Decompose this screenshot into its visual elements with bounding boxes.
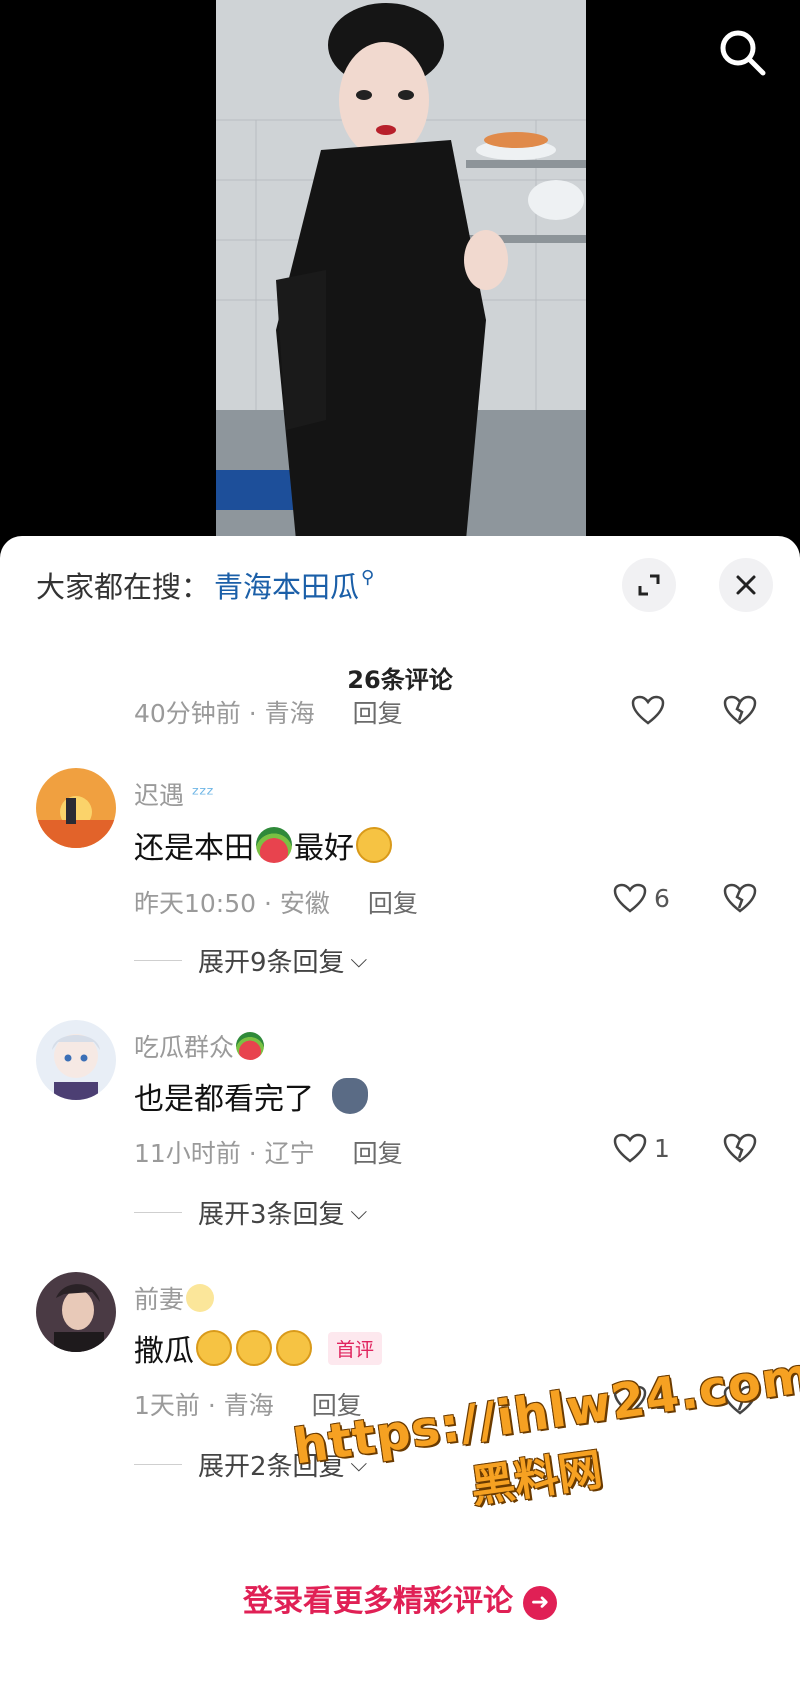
- reply-button[interactable]: 回复: [368, 889, 418, 918]
- hot-search-label: 大家都在搜：: [36, 570, 211, 604]
- expand-replies-button[interactable]: 展开9条回复 ⌵: [134, 942, 367, 979]
- comment-time: 昨天10:50 · 安徽: [134, 889, 330, 918]
- video-frame: [216, 0, 586, 540]
- comment-text: 还是本田 最好: [134, 823, 394, 867]
- expand-icon: [638, 574, 660, 596]
- watermelon-emoji: [256, 827, 292, 863]
- portrait-avatar-image: [36, 1272, 116, 1352]
- video-still-image: [216, 0, 586, 540]
- heart-icon: [631, 695, 665, 725]
- first-comment-badge: 首评: [328, 1331, 383, 1365]
- dislike-button[interactable]: [722, 882, 758, 918]
- moon-face-emoji: [186, 1284, 215, 1312]
- reply-button[interactable]: 回复: [353, 1139, 403, 1168]
- laughing-emoji: [356, 827, 392, 863]
- comment-username[interactable]: 前妻: [134, 1280, 216, 1316]
- crying-laughing-emoji: [276, 1330, 312, 1366]
- comment-text: 撒瓜 首评: [134, 1326, 383, 1370]
- comment-time: 1天前 · 青海: [134, 1391, 274, 1420]
- avatar[interactable]: [36, 768, 116, 848]
- comment-username[interactable]: 迟遇 ᶻᶻᶻ: [134, 776, 214, 812]
- search-small-icon: ⚲: [361, 566, 375, 588]
- video-player[interactable]: [0, 0, 800, 540]
- crying-laughing-emoji: [236, 1330, 272, 1366]
- like-button[interactable]: [630, 694, 666, 726]
- like-button[interactable]: 6: [612, 882, 670, 914]
- divider-line: [134, 960, 182, 961]
- avatar[interactable]: [36, 1020, 116, 1100]
- chevron-down-icon: ⌵: [350, 948, 368, 973]
- close-icon: [736, 575, 756, 595]
- hot-search-term[interactable]: 青海本田瓜: [214, 564, 359, 606]
- comment-time: 11小时前 · 辽宁: [134, 1139, 315, 1168]
- search-button[interactable]: [714, 24, 770, 80]
- dislike-button[interactable]: [722, 694, 758, 730]
- expand-replies-button[interactable]: 展开3条回复 ⌵: [134, 1194, 367, 1231]
- heart-icon: [613, 883, 647, 913]
- expand-button[interactable]: [622, 558, 676, 612]
- reply-button[interactable]: 回复: [353, 699, 403, 728]
- like-count: 1: [654, 1133, 670, 1163]
- dislike-button[interactable]: [722, 1132, 758, 1168]
- like-button[interactable]: 1: [612, 1132, 670, 1164]
- comment-meta: 昨天10:50 · 安徽 回复: [134, 884, 418, 920]
- divider-line: [134, 1464, 182, 1465]
- chevron-down-icon: ⌵: [350, 1200, 368, 1225]
- like-count: 6: [654, 883, 670, 913]
- heart-icon: [613, 1133, 647, 1163]
- comment-meta: 40分钟前 · 青海 回复: [134, 694, 403, 730]
- avatar[interactable]: [36, 1272, 116, 1352]
- comments-count-title: 26条评论: [347, 666, 453, 694]
- divider-line: [134, 1212, 182, 1213]
- anime-avatar-image: [36, 1020, 116, 1100]
- husky-emoji: [332, 1078, 368, 1114]
- broken-heart-icon: [723, 695, 757, 725]
- comment-time: 40分钟前 · 青海: [134, 699, 315, 728]
- comment-meta: 11小时前 · 辽宁 回复: [134, 1134, 403, 1170]
- login-prompt-button[interactable]: 登录看更多精彩评论 ➜: [0, 1576, 800, 1620]
- sleep-icon: ᶻᶻᶻ: [192, 782, 214, 806]
- sunset-avatar-image: [36, 768, 116, 848]
- crying-laughing-emoji: [196, 1330, 232, 1366]
- search-icon: [720, 30, 766, 76]
- comment-username[interactable]: 吃瓜群众: [134, 1028, 266, 1064]
- close-button[interactable]: [719, 558, 773, 612]
- broken-heart-icon: [723, 1133, 757, 1163]
- arrow-right-icon: ➜: [523, 1585, 557, 1620]
- comment-text: 也是都看完了: [134, 1074, 370, 1118]
- broken-heart-icon: [723, 883, 757, 913]
- hot-search-bar: 大家都在搜： 青海本田瓜 ⚲: [36, 564, 374, 606]
- watermelon-emoji: [236, 1032, 265, 1060]
